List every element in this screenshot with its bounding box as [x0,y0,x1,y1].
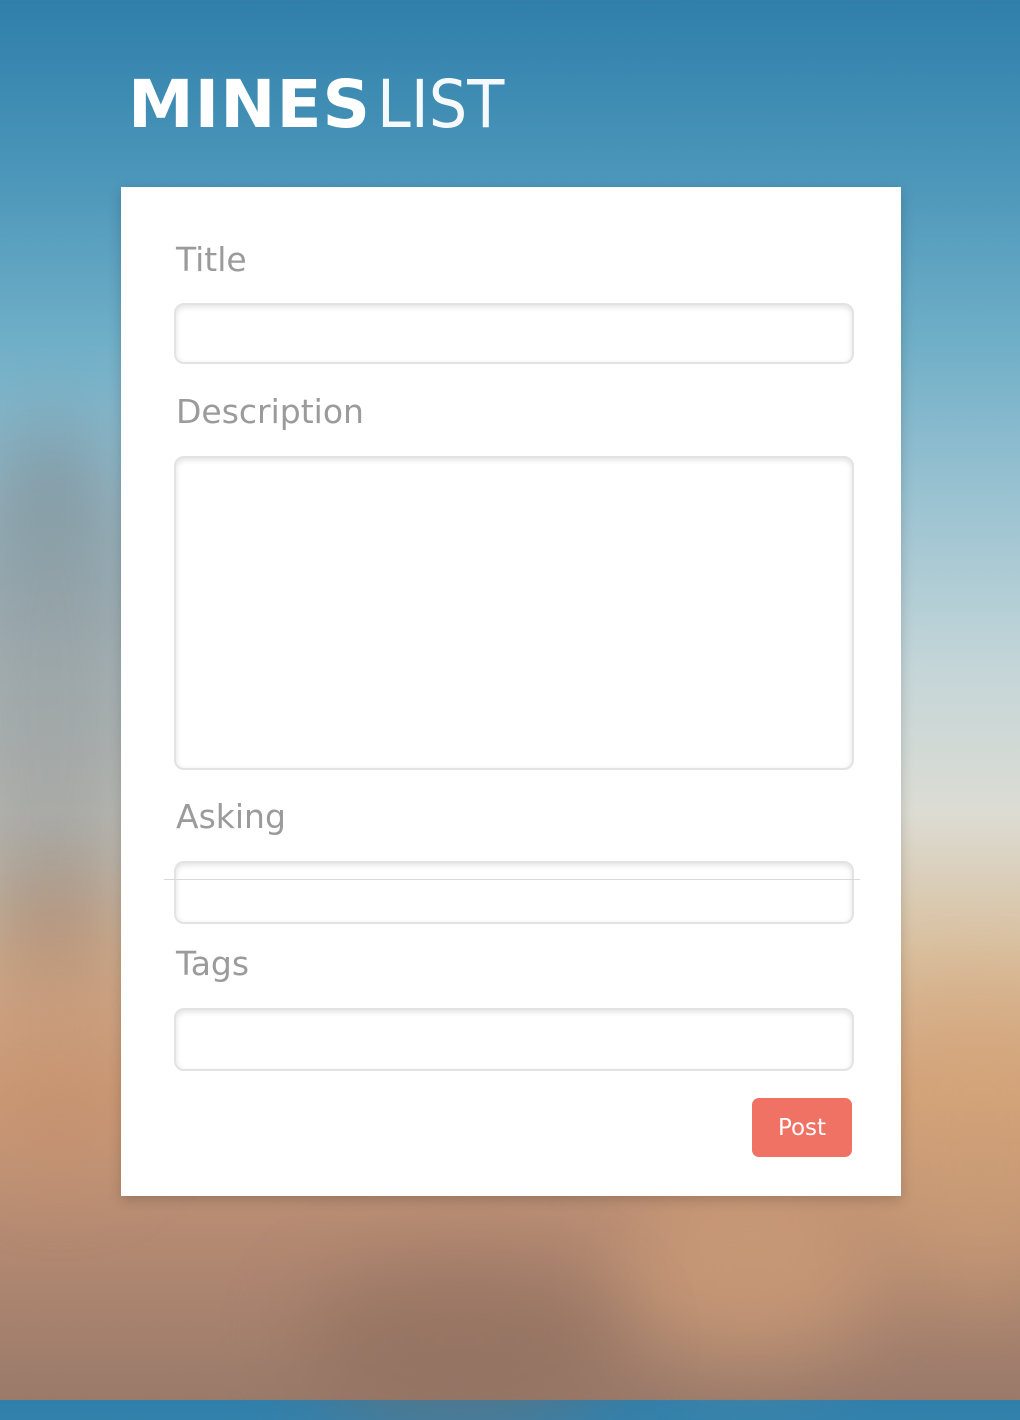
tags-input[interactable] [174,1008,854,1071]
background-blur-shape [620,1180,880,1360]
title-label: Title [176,240,247,279]
divider [164,879,860,880]
background-blur-shape [300,1260,620,1420]
brand-logo-bold: MINES [128,66,372,143]
description-label: Description [176,392,364,431]
brand-logo: MINES LIST [128,58,516,138]
page-background: { "brand": { "name_bold": "MINES", "name… [0,0,1020,1420]
brand-logo-light: LIST [377,66,505,143]
title-input[interactable] [174,303,854,364]
asking-label: Asking [176,797,286,836]
asking-input[interactable] [174,861,854,924]
tags-label: Tags [176,944,250,983]
post-form-card: Title Description Asking Tags Post [121,187,901,1196]
post-button[interactable]: Post [752,1098,852,1157]
description-textarea[interactable] [174,456,854,770]
